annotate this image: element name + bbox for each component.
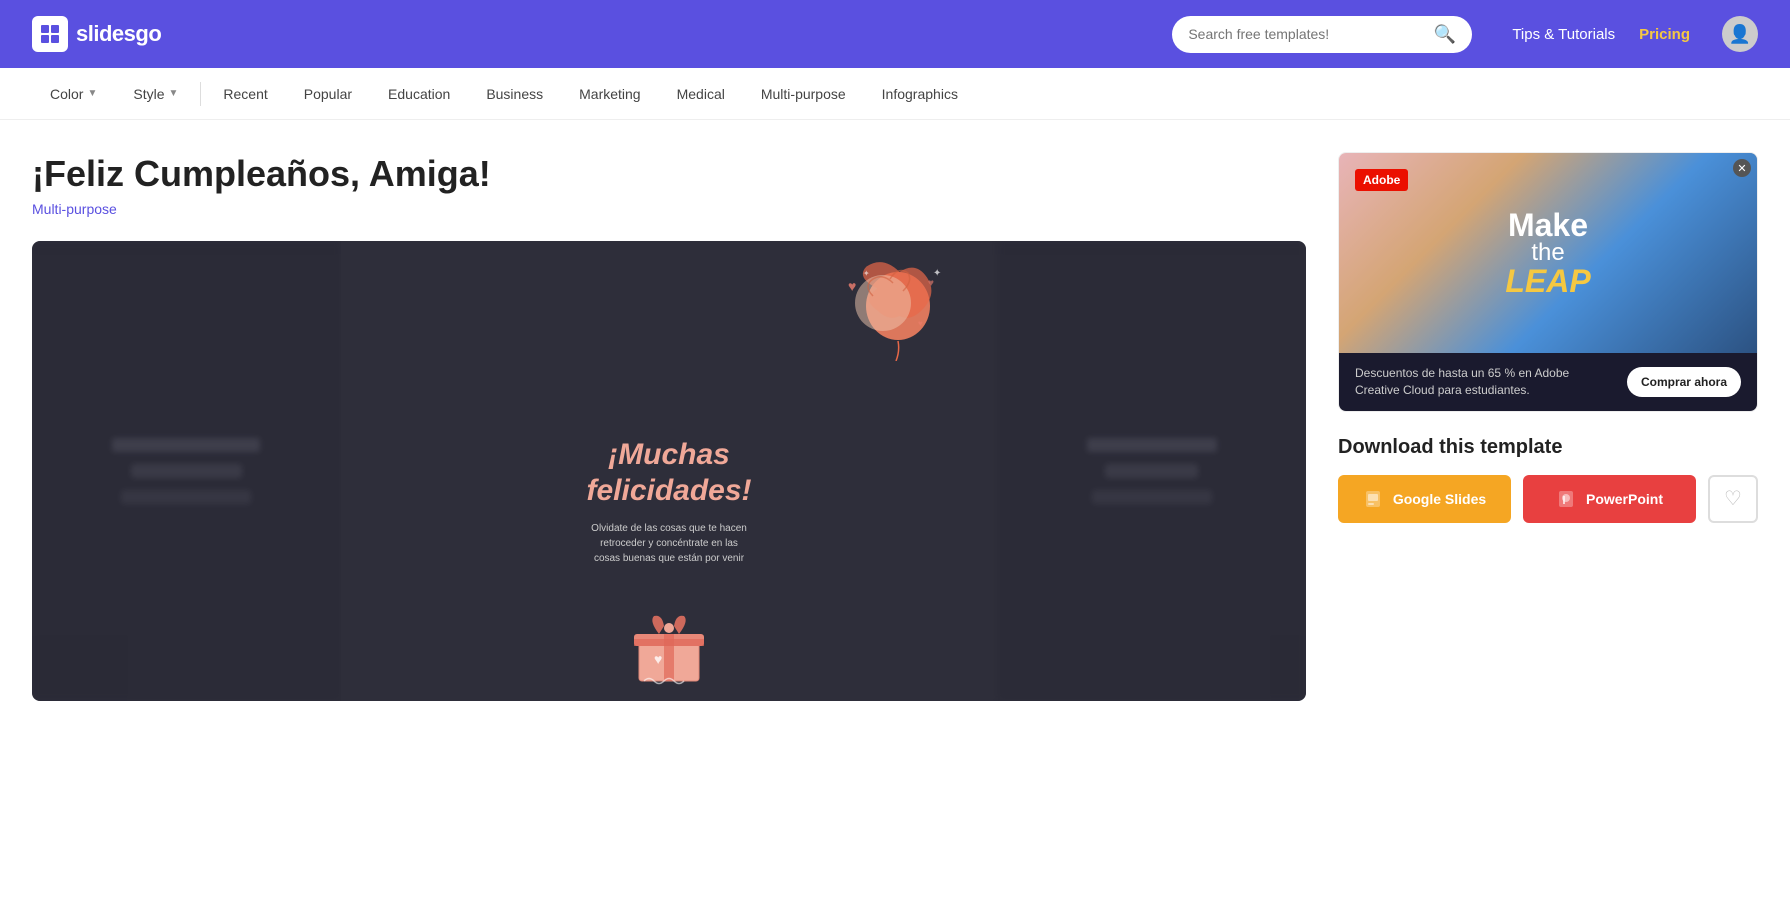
page-subtitle: Multi-purpose (32, 201, 1306, 217)
ad-the-text: the (1505, 241, 1590, 265)
preview-slide-center: ♥ ♥ ♥ ✦ ✦ ¡Muchas felicidades! (341, 241, 998, 701)
nav-recent[interactable]: Recent (205, 68, 285, 120)
nav-multipurpose[interactable]: Multi-purpose (743, 68, 864, 120)
chevron-down-icon: ▼ (87, 88, 97, 99)
nav-infographics[interactable]: Infographics (864, 68, 976, 120)
nav-popular[interactable]: Popular (286, 68, 370, 120)
nav-divider (200, 82, 201, 106)
advertisement-box: Ad ⤢ ✕ Adobe Make the LEAP Descuentos de… (1338, 152, 1758, 412)
heart-icon: ♡ (1724, 486, 1742, 511)
balloon-decoration: ♥ ♥ ♥ ✦ ✦ (828, 261, 948, 361)
download-section: Download this template Google Slides (1338, 436, 1758, 523)
powerpoint-icon (1556, 489, 1576, 509)
preview-slide-right (998, 241, 1307, 701)
nav-color[interactable]: Color ▼ (32, 68, 115, 120)
ad-inner: Ad ⤢ ✕ Adobe Make the LEAP Descuentos de… (1339, 153, 1757, 411)
ad-image: Adobe Make the LEAP (1339, 153, 1757, 353)
right-column: Ad ⤢ ✕ Adobe Make the LEAP Descuentos de… (1338, 152, 1758, 701)
category-nav: Color ▼ Style ▼ Recent Popular Education… (0, 68, 1790, 120)
logo-text: slidesgo (76, 21, 161, 47)
google-slides-icon (1363, 489, 1383, 509)
ad-leap-text: LEAP (1505, 265, 1590, 297)
logo-icon (32, 16, 68, 52)
search-input[interactable] (1188, 26, 1426, 42)
nav-medical[interactable]: Medical (659, 68, 743, 120)
nav-business[interactable]: Business (468, 68, 561, 120)
felicidades-text: felicidades! (586, 473, 751, 509)
ad-text-overlay: Make the LEAP (1505, 209, 1590, 297)
ad-buy-button[interactable]: Comprar ahora (1627, 367, 1741, 397)
slide-sub-text: Olvidate de las cosas que te hacen retro… (589, 521, 749, 566)
ad-make-text: Make (1505, 209, 1590, 241)
google-slides-button[interactable]: Google Slides (1338, 475, 1511, 523)
ad-close-button[interactable]: ✕ (1733, 159, 1751, 177)
svg-text:♥: ♥ (928, 278, 934, 289)
gift-decoration: ♥ (624, 606, 714, 686)
logo-link[interactable]: slidesgo (32, 16, 161, 52)
download-buttons: Google Slides PowerPoint ♡ (1338, 475, 1758, 523)
svg-text:♥: ♥ (654, 651, 662, 667)
ad-body-text: Descuentos de hasta un 65 % en Adobe Cre… (1355, 365, 1615, 399)
slide-main-text: ¡Muchas felicidades! (586, 437, 751, 509)
nav-style[interactable]: Style ▼ (115, 68, 196, 120)
powerpoint-button[interactable]: PowerPoint (1523, 475, 1696, 523)
main-content: ¡Feliz Cumpleaños, Amiga! Multi-purpose (0, 120, 1790, 701)
download-title: Download this template (1338, 436, 1758, 459)
svg-text:♥: ♥ (848, 278, 856, 294)
svg-text:✦: ✦ (933, 268, 941, 279)
preview-slide-left (32, 241, 341, 701)
nav-education[interactable]: Education (370, 68, 468, 120)
adobe-logo: Adobe (1355, 169, 1408, 191)
chevron-down-icon: ▼ (169, 88, 179, 99)
ad-bottom-bar: Descuentos de hasta un 65 % en Adobe Cre… (1339, 353, 1757, 411)
pricing-link[interactable]: Pricing (1639, 26, 1690, 43)
header-nav: Tips & Tutorials Pricing (1512, 26, 1690, 43)
avatar[interactable]: 👤 (1722, 16, 1758, 52)
tips-tutorials-link[interactable]: Tips & Tutorials (1512, 26, 1615, 43)
search-button[interactable]: 🔍 (1434, 24, 1456, 45)
template-preview: ♥ ♥ ♥ ✦ ✦ ¡Muchas felicidades! (32, 241, 1306, 701)
svg-text:✦: ✦ (863, 269, 870, 278)
muchas-text: ¡Muchas (586, 437, 751, 473)
left-column: ¡Feliz Cumpleaños, Amiga! Multi-purpose (32, 152, 1306, 701)
svg-text:♥: ♥ (918, 319, 923, 328)
favorite-button[interactable]: ♡ (1708, 475, 1758, 523)
search-box: 🔍 (1172, 16, 1472, 53)
page-title: ¡Feliz Cumpleaños, Amiga! (32, 152, 1306, 195)
nav-marketing[interactable]: Marketing (561, 68, 658, 120)
header: slidesgo 🔍 Tips & Tutorials Pricing 👤 (0, 0, 1790, 68)
